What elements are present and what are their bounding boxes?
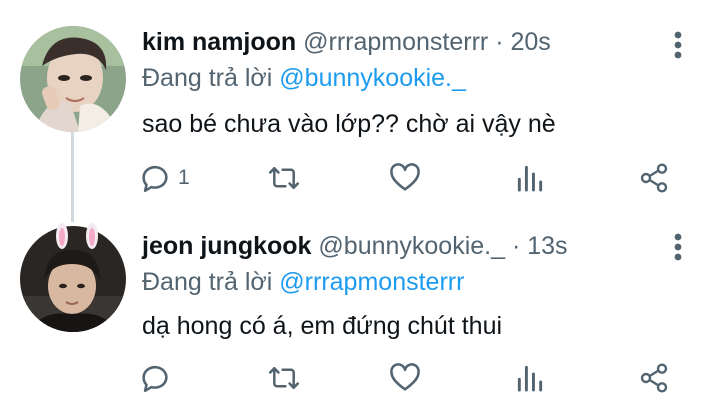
like-icon: [390, 163, 420, 191]
replying-prefix: Đang trả lời: [142, 268, 273, 296]
like-button[interactable]: [388, 158, 422, 198]
tweet-text: sao bé chưa vào lớp?? chờ ai vậy nè: [142, 110, 556, 138]
retweet-icon: [268, 167, 300, 189]
timestamp[interactable]: 20s: [511, 28, 551, 56]
more-icon[interactable]: [665, 232, 691, 262]
like-button[interactable]: [388, 358, 422, 398]
tweet-actions: [138, 358, 698, 398]
share-button[interactable]: [638, 158, 670, 198]
more-icon[interactable]: [665, 30, 691, 60]
tweet-actions: 1: [138, 158, 698, 198]
avatar-namjoon[interactable]: [20, 26, 126, 132]
replying-to-line: Đang trả lời @rrrapmonsterrr: [142, 266, 464, 298]
timestamp[interactable]: 13s: [527, 232, 567, 260]
replying-mention[interactable]: @rrrapmonsterrr: [279, 268, 464, 296]
share-icon: [640, 363, 668, 393]
retweet-button[interactable]: [266, 358, 302, 398]
separator-dot: ·: [495, 28, 504, 56]
views-icon: [517, 165, 543, 192]
separator-dot: ·: [511, 232, 521, 260]
tweet-header: jeon jungkook @bunnykookie._ · 13s: [142, 230, 568, 262]
reply-button[interactable]: [138, 358, 178, 398]
tweet-header: kim namjoon @rrrapmonsterrr · 20s: [142, 26, 551, 58]
reply-icon: [142, 165, 168, 193]
views-button[interactable]: [514, 358, 546, 398]
replying-to-line: Đang trả lời @bunnykookie._: [142, 62, 466, 94]
reply-count: 1: [178, 166, 190, 189]
replying-prefix: Đang trả lời: [142, 64, 273, 92]
retweet-icon: [268, 367, 300, 389]
author-name[interactable]: jeon jungkook: [142, 232, 311, 260]
retweet-button[interactable]: [266, 158, 302, 198]
author-handle[interactable]: @rrrapmonsterrr: [303, 28, 488, 56]
tweet-text: dạ hong có á, em đứng chút thui: [142, 312, 503, 340]
replying-mention[interactable]: @bunnykookie._: [279, 64, 466, 92]
share-icon: [640, 163, 668, 193]
share-button[interactable]: [638, 358, 670, 398]
author-name[interactable]: kim namjoon: [142, 28, 296, 56]
like-icon: [390, 363, 420, 391]
author-handle[interactable]: @bunnykookie._: [318, 232, 505, 260]
thread-line: [71, 130, 74, 222]
reply-icon: [142, 365, 168, 393]
views-button[interactable]: [514, 158, 546, 198]
reply-button[interactable]: 1: [138, 158, 190, 198]
bunny-ears-icon: [56, 223, 98, 249]
views-icon: [517, 365, 543, 392]
